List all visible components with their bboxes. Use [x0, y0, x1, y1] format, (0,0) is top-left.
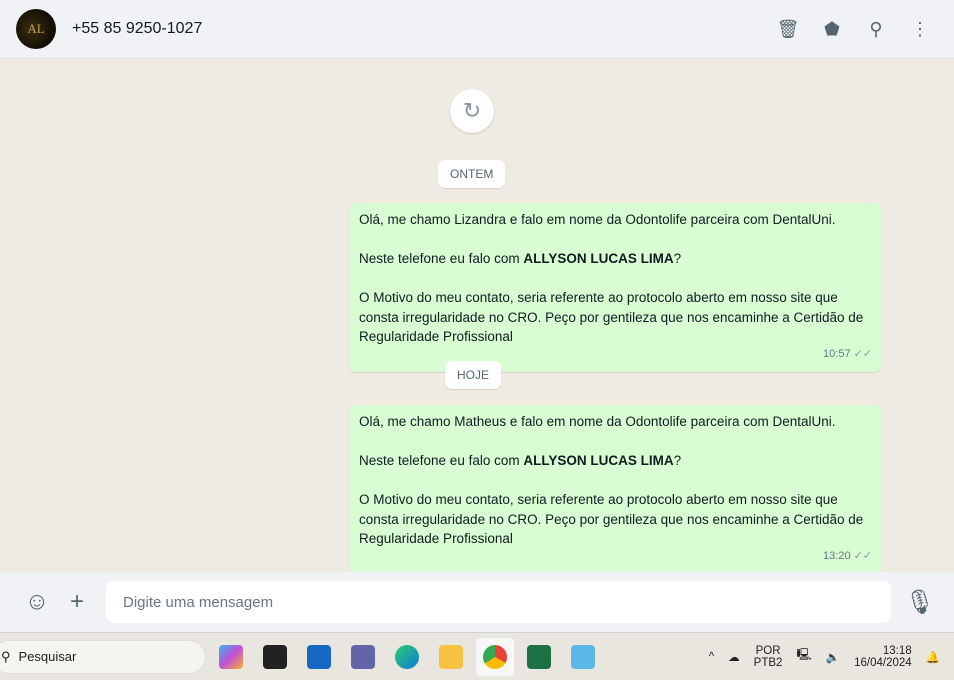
app-icon[interactable] [256, 638, 294, 676]
double-check-icon: ✓✓ [853, 549, 872, 562]
message-text: Neste telefone eu falo com ALLYSON LUCAS… [359, 453, 682, 468]
search-label: Pesquisar [18, 649, 77, 664]
notification-bell-icon[interactable]: 🔔 [926, 650, 940, 664]
message-text: O Motivo do meu contato, seria referente… [359, 492, 864, 546]
copilot-icon[interactable] [212, 638, 250, 676]
label-icon[interactable]: ⬟ [822, 19, 842, 39]
store-icon[interactable] [300, 638, 338, 676]
keyboard-layout: PTB2 [753, 656, 783, 669]
taskbar: ⚲ Pesquisar ^ ☁ POR PTB2 🖳 🔈 13:18 16/04/20… [0, 632, 954, 680]
excel-icon[interactable] [520, 638, 558, 676]
menu-icon[interactable]: ⋮ [910, 19, 930, 39]
explorer-icon[interactable] [432, 638, 470, 676]
edge-icon[interactable] [388, 638, 426, 676]
chrome-icon[interactable] [476, 637, 514, 676]
message-input[interactable]: Digite uma mensagem [106, 581, 891, 623]
volume-icon[interactable]: 🔈 [826, 650, 840, 664]
date: 16/04/2024 [854, 656, 912, 669]
date-divider: ONTEM [438, 160, 506, 188]
contact-name[interactable]: +55 85 9250-1027 [72, 20, 202, 38]
language-indicator[interactable]: POR PTB2 [754, 645, 783, 669]
plus-icon[interactable]: + [64, 588, 90, 615]
contact-avatar[interactable]: AL [16, 9, 56, 49]
taskbar-search[interactable]: ⚲ Pesquisar [0, 639, 206, 674]
date-divider: HOJE [445, 361, 502, 389]
lang-code: POR [755, 644, 781, 657]
chat-header: AL +55 85 9250-1027 🗑 ⬟ ⚲ ⋮ [0, 0, 954, 59]
search-icon: ⚲ [1, 648, 11, 664]
refresh-icon[interactable]: ↻ [450, 89, 494, 133]
time: 13:18 [882, 644, 912, 657]
teams-icon[interactable] [344, 638, 382, 676]
message-time: 13:20 [823, 549, 851, 562]
search-icon[interactable]: ⚲ [866, 19, 886, 39]
cloud-offline-icon[interactable]: ☁ [728, 650, 740, 664]
message-bubble[interactable]: Olá, me chamo Matheus e falo em nome da … [349, 405, 881, 574]
archive-icon[interactable]: 🗑 [777, 19, 800, 39]
message-bubble[interactable]: Olá, me chamo Lizandra e falo em nome da… [349, 203, 881, 372]
message-text: O Motivo do meu contato, seria referente… [359, 290, 864, 344]
message-text: Olá, me chamo Lizandra e falo em nome da… [359, 212, 836, 227]
network-icon[interactable]: 🖳 [796, 647, 811, 666]
compose-bar: ☺ + Digite uma mensagem 🎙 [0, 572, 954, 632]
emoji-icon[interactable]: ☺ [24, 588, 50, 615]
notepad-icon[interactable] [564, 638, 602, 676]
chevron-up-icon[interactable]: ^ [709, 651, 714, 663]
microphone-icon[interactable]: 🎙 [905, 589, 935, 616]
clock[interactable]: 13:18 16/04/2024 [854, 645, 912, 669]
message-text: Olá, me chamo Matheus e falo em nome da … [359, 414, 836, 429]
double-check-icon: ✓✓ [853, 347, 872, 360]
message-list[interactable]: ↻ ONTEM Olá, me chamo Lizandra e falo em… [0, 60, 954, 574]
message-time: 10:57 [823, 347, 851, 360]
message-text: Neste telefone eu falo com ALLYSON LUCAS… [359, 251, 682, 266]
